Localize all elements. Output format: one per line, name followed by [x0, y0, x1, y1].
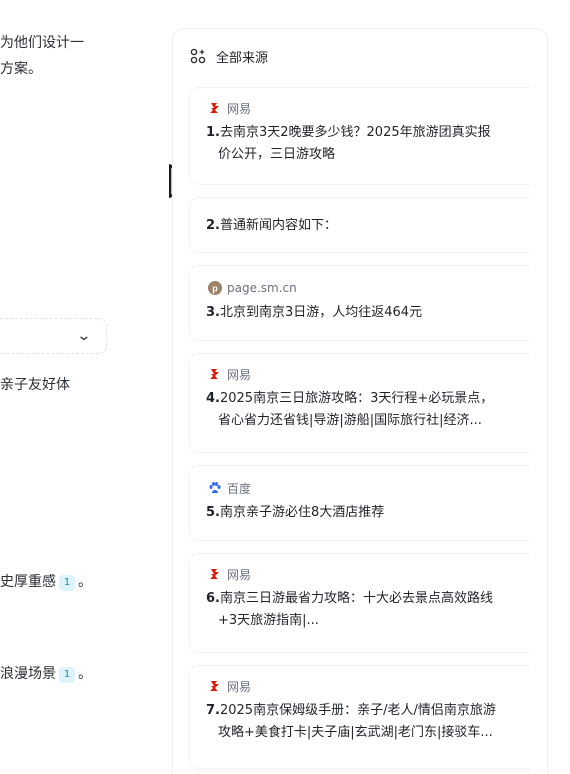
p-circle-icon: p [208, 281, 222, 295]
source-name: 网易 [227, 101, 252, 116]
source-title: 2.普通新闻内容如下： [206, 215, 519, 237]
source-title-line: 攻略+美食打卡|夫子庙|玄武湖|老门东|接驳车... [218, 725, 493, 740]
answer-text-line: 亲子友好体 [0, 377, 70, 393]
source-name: 网易 [227, 679, 252, 694]
collapsed-section-toggle[interactable]: ⌄ [0, 318, 107, 354]
source-title-line: 2025南京保姆级手册：亲子/老人/情侣南京旅游 [219, 703, 496, 718]
netease-logo-icon [208, 101, 222, 115]
source-card[interactable]: 网易 1.去南京3天2晚要多少钱？2025年旅游团真实报 价公开，三日游攻略 [189, 87, 529, 185]
source-number: 5. [206, 505, 220, 520]
source-number: 7. [206, 703, 220, 718]
source-number: 6. [206, 591, 220, 606]
source-number: 2. [206, 218, 220, 233]
source-title: 7.2025南京保姆级手册：亲子/老人/情侣南京旅游 攻略+美食打卡|夫子庙|玄… [206, 700, 519, 744]
source-title: 4.2025南京三日旅游攻略：3天行程+必玩景点， 省心省力还省钱|导游|游船|… [206, 388, 519, 432]
source-title: 1.去南京3天2晚要多少钱？2025年旅游团真实报 价公开，三日游攻略 [206, 122, 519, 166]
sources-panel-title: 全部来源 [216, 50, 269, 66]
netease-logo-icon [208, 367, 222, 381]
source-name: 百度 [227, 481, 252, 496]
answer-text-line: 方案。 [0, 61, 42, 77]
source-card[interactable]: 网易 7.2025南京保姆级手册：亲子/老人/情侣南京旅游 攻略+美食打卡|夫子… [189, 665, 529, 769]
svg-text:p: p [212, 284, 218, 294]
source-name: page.sm.cn [227, 281, 297, 295]
source-title-line: 省心省力还省钱|导游|游船|国际旅行社|经济... [218, 413, 482, 428]
answer-text-fragment: 浪漫场景 [0, 666, 56, 682]
baidu-paw-icon [208, 481, 222, 495]
netease-logo-icon [208, 567, 222, 581]
source-title-line: 普通新闻内容如下： [219, 218, 337, 233]
source-title: 3.北京到南京3日游，人均往返464元 [206, 302, 519, 324]
source-name: 网易 [227, 367, 252, 382]
source-name: 网易 [227, 567, 252, 582]
source-title-line: 价公开，三日游攻略 [218, 147, 336, 162]
source-title-line: 南京亲子游必住8大酒店推荐 [219, 505, 385, 520]
period: 。 [78, 666, 92, 682]
source-label: 网易 [208, 566, 251, 582]
period: 。 [78, 574, 92, 590]
source-title: 6.南京三日游最省力攻略：十大必去景点高效路线 +3天旅游指南|... [206, 588, 519, 632]
source-card[interactable]: 2.普通新闻内容如下： [189, 197, 529, 253]
sources-grid-icon [190, 48, 206, 64]
answer-text-line: 浪漫场景 1。 [0, 664, 92, 684]
source-title: 5.南京亲子游必住8大酒店推荐 [206, 502, 519, 524]
source-label: p page.sm.cn [208, 280, 297, 296]
source-label: 网易 [208, 678, 251, 694]
answer-text-fragment: 史厚重感 [0, 574, 56, 590]
source-label: 百度 [208, 480, 251, 496]
source-card[interactable]: 百度 5.南京亲子游必住8大酒店推荐 [189, 465, 529, 541]
citation-badge[interactable]: 1 [59, 575, 75, 591]
source-title-line: 2025南京三日旅游攻略：3天行程+必玩景点， [219, 391, 494, 406]
source-card[interactable]: 网易 6.南京三日游最省力攻略：十大必去景点高效路线 +3天旅游指南|... [189, 553, 529, 653]
chat-answer-column: 为他们设计一 方案。 ⌄ 亲子友好体 史厚重感 1。 浪漫场景 1。 [0, 0, 170, 774]
source-title-line: 北京到南京3日游，人均往返464元 [219, 305, 423, 320]
source-card[interactable]: 网易 4.2025南京三日旅游攻略：3天行程+必玩景点， 省心省力还省钱|导游|… [189, 353, 529, 453]
netease-logo-icon [208, 679, 222, 693]
source-number: 4. [206, 391, 220, 406]
sources-panel-header: 全部来源 [190, 46, 268, 66]
source-title-line: 去南京3天2晚要多少钱？2025年旅游团真实报 [219, 125, 491, 140]
source-title-line: +3天旅游指南|... [218, 613, 319, 628]
source-label: 网易 [208, 100, 251, 116]
chevron-down-icon: ⌄ [76, 328, 92, 344]
source-card[interactable]: p page.sm.cn 3.北京到南京3日游，人均往返464元 [189, 265, 529, 341]
citation-badge[interactable]: 1 [59, 667, 75, 683]
answer-text-line: 史厚重感 1。 [0, 572, 92, 592]
sources-panel: 全部来源 网易 1.去南京3天2晚要多少钱？2025年旅游团真实报 价公开，三日… [172, 28, 548, 774]
source-label: 网易 [208, 366, 251, 382]
answer-text-line: 为他们设计一 [0, 35, 84, 51]
source-number: 3. [206, 305, 220, 320]
source-title-line: 南京三日游最省力攻略：十大必去景点高效路线 [219, 591, 493, 606]
source-number: 1. [206, 125, 220, 140]
